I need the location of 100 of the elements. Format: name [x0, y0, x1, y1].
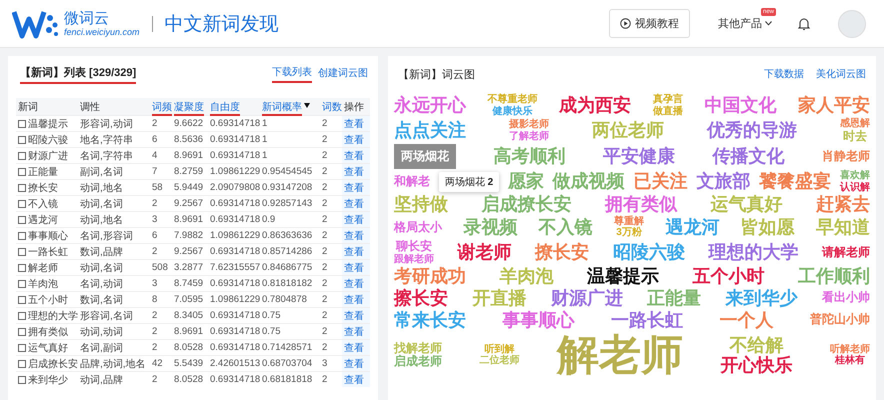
panel-link[interactable]: 创建词云图	[318, 66, 368, 82]
cloud-word[interactable]: 温馨提示	[587, 266, 659, 287]
cloud-word[interactable]: 尊重解	[614, 216, 644, 228]
cloud-word[interactable]: 跟解老师	[394, 254, 434, 266]
cloud-word[interactable]: 时去	[843, 130, 867, 144]
cloud-word[interactable]: 找解老师	[394, 342, 442, 356]
cloud-word[interactable]: 喜欢解	[840, 170, 870, 182]
highlighted-word[interactable]: 两场烟花	[394, 144, 456, 170]
cloud-word[interactable]: 愿家	[508, 171, 544, 192]
cloud-word[interactable]: 传播文化	[712, 146, 784, 168]
checkbox[interactable]	[18, 344, 26, 352]
cloud-word[interactable]: 运气真好	[710, 194, 782, 215]
cloud-word[interactable]: 二位老师	[480, 355, 520, 367]
cloud-word[interactable]: 请解老师	[822, 246, 870, 260]
cloud-word[interactable]: 录视频	[463, 217, 518, 238]
checkbox[interactable]	[18, 168, 26, 176]
cloud-word[interactable]: 平安健康	[603, 146, 675, 168]
cloud-word[interactable]: 桂林有	[835, 355, 865, 367]
checkbox[interactable]	[18, 184, 26, 192]
checkbox[interactable]	[18, 264, 26, 272]
cloud-word[interactable]: 点点关注	[394, 120, 466, 141]
cloud-word[interactable]: 开直播	[472, 288, 526, 309]
cloud-word[interactable]: 听到解	[484, 344, 514, 356]
cloud-word[interactable]: 摄影老师	[509, 119, 549, 131]
cloud-word[interactable]: 不尊重老师	[488, 94, 538, 106]
table-cell: 0.69314718	[210, 278, 260, 289]
cloud-word[interactable]: 已关注	[634, 171, 688, 192]
cloud-word[interactable]: 工作顺利	[798, 266, 870, 287]
checkbox[interactable]	[18, 200, 26, 208]
checkbox[interactable]	[18, 120, 26, 128]
panel-link[interactable]: 美化词云图	[816, 67, 866, 81]
checkbox[interactable]	[18, 216, 26, 224]
tutorial-button[interactable]: 视频教程	[609, 9, 690, 38]
cloud-word[interactable]: 坚持做	[394, 194, 448, 215]
cloud-word[interactable]: 普陀山小帅	[810, 313, 870, 327]
cloud-word[interactable]: 文旅部	[696, 171, 750, 192]
cloud-word[interactable]: 感恩解	[840, 118, 870, 130]
checkbox[interactable]	[18, 248, 26, 256]
checkbox[interactable]	[18, 360, 26, 368]
cloud-word[interactable]: 一个人	[720, 310, 774, 330]
cloud-word[interactable]: 皆如愿	[740, 217, 795, 238]
cloud-word[interactable]: 撩长安	[535, 242, 590, 263]
cloud-word[interactable]: 认识解	[840, 182, 870, 194]
cloud-word[interactable]: 开心快乐	[720, 355, 792, 376]
cloud-word[interactable]: 启成撩长安	[482, 194, 572, 215]
cloud-word[interactable]: 聊长安	[396, 240, 432, 254]
checkbox[interactable]	[18, 376, 26, 384]
cloud-word[interactable]: 饕餮盛宴	[759, 171, 832, 192]
cloud-word[interactable]: 谢老师	[458, 242, 512, 263]
cloud-word[interactable]: 肖静老师	[822, 150, 870, 164]
cloud-word[interactable]: 遇龙河	[665, 217, 720, 238]
cloud-word[interactable]: 擦长安	[394, 288, 448, 309]
cloud-word[interactable]: 真孕言	[652, 94, 683, 106]
checkbox[interactable]	[18, 152, 26, 160]
checkbox[interactable]	[18, 136, 26, 144]
cloud-word[interactable]: 家人平安	[798, 95, 870, 116]
checkbox[interactable]	[18, 232, 26, 240]
cloud-word[interactable]: 不给解	[730, 334, 784, 356]
cloud-word[interactable]: 永远开心	[394, 95, 466, 116]
cloud-word[interactable]: 优秀的导游	[707, 120, 797, 141]
cloud-word[interactable]: 考研成功	[394, 266, 466, 287]
cloud-word[interactable]: 不入镜	[538, 217, 593, 238]
cloud-word[interactable]: 格局太小	[394, 220, 442, 234]
cloud-word[interactable]: 事事顺心	[502, 310, 574, 330]
cloud-word[interactable]: 看出小帅	[822, 291, 870, 306]
table-cell: 2	[152, 342, 158, 353]
cloud-word[interactable]: 解老师	[557, 331, 683, 380]
cloud-word[interactable]: 来到华少	[726, 288, 798, 309]
cloud-word[interactable]: 一路长虹	[611, 310, 683, 330]
cloud-word[interactable]: 正能量	[647, 288, 702, 309]
cloud-word[interactable]: 3万粉	[616, 227, 642, 239]
panel-link[interactable]: 下载数据	[764, 67, 804, 81]
table-cell: 事事顺心	[28, 230, 68, 242]
checkbox[interactable]	[18, 312, 26, 320]
cloud-word[interactable]: 理想的大学	[708, 242, 798, 263]
panel-link[interactable]: 下载列表	[272, 65, 312, 83]
cloud-word[interactable]: 两位老师	[592, 120, 664, 141]
cloud-word[interactable]: 拥有类似	[605, 194, 677, 215]
cloud-word[interactable]: 羊肉泡	[500, 266, 554, 287]
cloud-word[interactable]: 启成老师	[394, 355, 442, 370]
cloud-word[interactable]: 财源广进	[550, 288, 623, 309]
cloud-word[interactable]: 中国文化	[704, 95, 776, 116]
products-menu[interactable]: 其他产品	[718, 16, 772, 31]
cloud-word[interactable]: 高考顺利	[494, 146, 566, 168]
cloud-word[interactable]: 和解老	[394, 174, 430, 189]
bell-icon[interactable]	[798, 16, 810, 30]
cloud-word[interactable]: 昭陵六骏	[612, 242, 685, 263]
checkbox[interactable]	[18, 328, 26, 336]
checkbox[interactable]	[18, 280, 26, 288]
cloud-word[interactable]: 做成视频	[552, 171, 625, 192]
cloud-word[interactable]: 了解老师	[509, 130, 549, 142]
cloud-word[interactable]: 听解老师	[830, 344, 870, 356]
cloud-word[interactable]: 健康快乐	[492, 106, 533, 117]
cloud-word[interactable]: 成为西安	[559, 95, 632, 116]
cloud-word[interactable]: 五个小时	[692, 266, 764, 287]
cloud-word[interactable]: 做直播	[652, 106, 683, 117]
cloud-word[interactable]: 赶紧去	[816, 194, 870, 215]
cloud-word[interactable]: 早知道	[816, 217, 870, 238]
cloud-word[interactable]: 常来长安	[394, 310, 466, 330]
checkbox[interactable]	[18, 296, 26, 304]
